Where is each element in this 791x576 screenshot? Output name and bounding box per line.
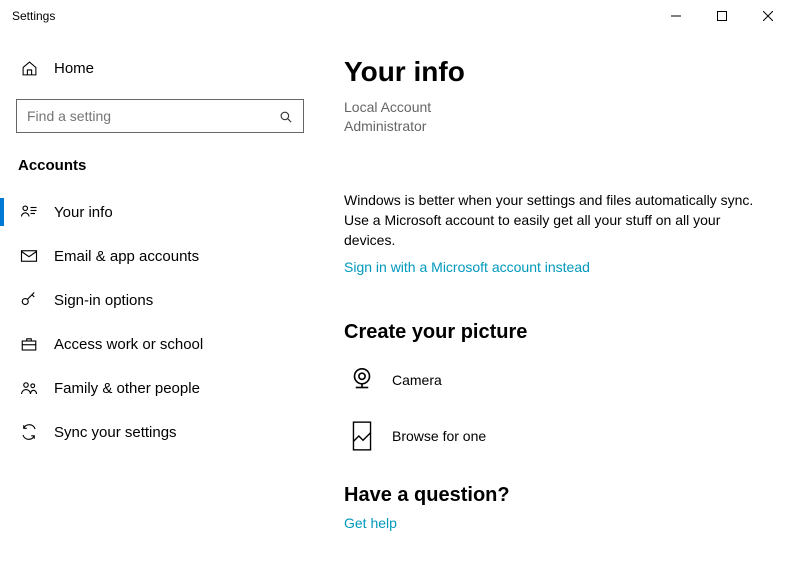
have-a-question-title: Have a question? [344,484,763,507]
sidebar-item-access-work-or-school[interactable]: Access work or school [0,322,320,366]
sidebar-item-email-app-accounts[interactable]: Email & app accounts [0,234,320,278]
window-title: Settings [12,9,55,23]
mail-icon [18,247,40,265]
person-detail-icon [18,203,40,221]
sidebar-item-label: Sync your settings [54,424,177,441]
titlebar: Settings [0,0,791,32]
browse-option[interactable]: Browse for one [344,418,763,454]
sidebar-item-family-other-people[interactable]: Family & other people [0,366,320,410]
key-icon [18,291,40,309]
sidebar-item-label: Family & other people [54,380,200,397]
sidebar-item-label: Access work or school [54,336,203,353]
account-type-line2: Administrator [344,117,763,136]
sidebar-item-label: Email & app accounts [54,248,199,265]
sidebar-item-your-info[interactable]: Your info [0,190,320,234]
maximize-button[interactable] [699,0,745,32]
main-content: Your info Local Account Administrator Wi… [320,32,791,576]
sidebar: Home Accounts Your info Email & app acco… [0,32,320,576]
get-help-link[interactable]: Get help [344,515,397,531]
sync-icon [18,423,40,441]
browse-label: Browse for one [392,428,486,444]
page-title: Your info [344,56,763,88]
camera-option[interactable]: Camera [344,362,763,398]
search-input-container[interactable] [16,99,304,133]
home-button[interactable]: Home [0,50,320,87]
search-icon [277,109,293,124]
sidebar-item-label: Sign-in options [54,292,153,309]
briefcase-icon [18,335,40,353]
people-icon [18,379,40,397]
sidebar-item-sign-in-options[interactable]: Sign-in options [0,278,320,322]
close-button[interactable] [745,0,791,32]
sign-in-microsoft-link[interactable]: Sign in with a Microsoft account instead [344,259,590,275]
account-type-line1: Local Account [344,98,763,117]
sidebar-item-label: Your info [54,204,113,221]
home-icon [18,60,40,77]
search-input[interactable] [27,108,277,124]
create-picture-title: Create your picture [344,321,763,344]
sidebar-item-sync-your-settings[interactable]: Sync your settings [0,410,320,454]
camera-label: Camera [392,372,442,388]
sync-description: Windows is better when your settings and… [344,190,763,251]
browse-icon [344,418,380,454]
home-label: Home [54,60,94,77]
section-header: Accounts [0,151,320,190]
minimize-button[interactable] [653,0,699,32]
camera-icon [344,362,380,398]
